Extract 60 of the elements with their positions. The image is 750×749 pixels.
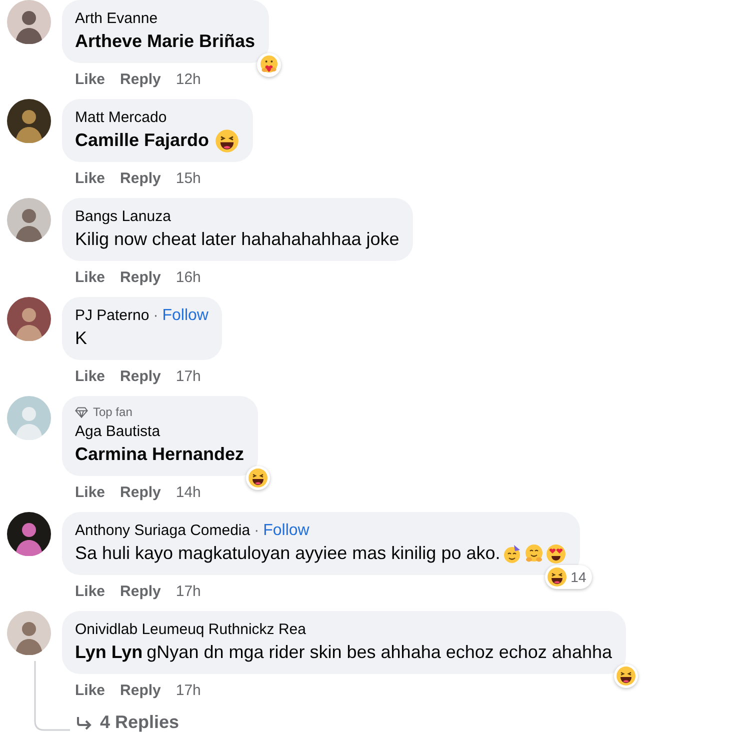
separator-dot: · (153, 307, 158, 324)
author-name[interactable]: PJ Paterno (75, 306, 150, 326)
party-emoji-icon (502, 544, 522, 564)
timestamp[interactable]: 14h (176, 484, 201, 500)
view-replies-link[interactable]: 4 Replies (76, 712, 180, 733)
comment-action[interactable]: Like (75, 582, 106, 600)
comment-action[interactable]: Reply (120, 582, 161, 600)
avatar[interactable] (7, 512, 51, 556)
mentioned-name[interactable]: Carmina Hernandez (75, 442, 244, 467)
reaction-badge[interactable]: 14 (544, 565, 592, 589)
author-name[interactable]: Anthony Suriaga Comedia (75, 521, 250, 541)
reaction-badge[interactable] (614, 664, 638, 688)
comment-text: Kilig now cheat later hahahahahhaa joke (75, 228, 400, 251)
comment-action[interactable]: Like (75, 70, 106, 88)
separator-dot: · (254, 522, 260, 539)
thread-line (34, 661, 70, 731)
comment-action[interactable]: Like (75, 484, 106, 500)
timestamp[interactable]: 15h (176, 170, 201, 186)
laughing-emoji-icon (215, 128, 240, 152)
avatar[interactable] (7, 99, 51, 143)
timestamp[interactable]: 17h (176, 582, 201, 600)
comment-action[interactable]: Reply (120, 170, 161, 186)
author-name[interactable]: Onividlab Leumeuq Ruthnickz Rea (75, 620, 306, 640)
comment-action[interactable]: Reply (120, 368, 161, 384)
timestamp[interactable]: 16h (176, 268, 201, 286)
comment-action[interactable]: Reply (120, 268, 161, 286)
diamond-icon (75, 406, 88, 418)
hugging-emoji-icon (524, 544, 544, 564)
follow-link[interactable]: Follow (263, 522, 310, 540)
author-name[interactable]: Matt Mercado (75, 108, 167, 128)
comment-action[interactable]: Like (75, 682, 106, 698)
comment-text: Sa huli kayo magkatuloyan ayyiee mas kinilig po ako. (75, 542, 500, 565)
hugging-emoji-icon (259, 55, 280, 75)
reply-arrow-icon (76, 716, 92, 730)
avatar[interactable] (7, 0, 51, 44)
laughing-emoji-icon (248, 468, 268, 488)
comment-text: K (75, 327, 88, 350)
heart-eyes-emoji-icon (546, 544, 566, 564)
laughing-emoji-icon (616, 666, 636, 686)
top-fan-label: Top fan (93, 405, 132, 419)
timestamp[interactable]: 12h (176, 70, 201, 88)
comment-action[interactable]: Like (75, 368, 106, 384)
author-name[interactable]: Arth Evanne (75, 9, 158, 29)
comment-text: gNyan dn mga rider skin bes ahhaha echoz echoz ahahha (146, 641, 612, 664)
reaction-badge[interactable] (246, 466, 270, 490)
timestamp[interactable]: 17h (176, 682, 201, 698)
timestamp[interactable]: 17h (176, 368, 201, 384)
mentioned-name[interactable]: Lyn Lyn (75, 640, 143, 665)
comment-action[interactable]: Like (75, 268, 106, 286)
mentioned-name[interactable]: Camille Fajardo (75, 128, 210, 153)
avatar[interactable] (7, 297, 51, 341)
laughing-emoji-icon (546, 567, 567, 587)
comment-action[interactable]: Like (75, 170, 106, 186)
author-name[interactable]: Aga Bautista (75, 422, 160, 442)
mentioned-name[interactable]: Artheve Marie Briñas (75, 29, 256, 54)
comment-action[interactable]: Reply (120, 484, 161, 500)
comment-action[interactable]: Reply (120, 70, 161, 88)
follow-link[interactable]: Follow (162, 307, 208, 325)
comment-action[interactable]: Reply (120, 682, 161, 698)
author-name[interactable]: Bangs Lanuza (75, 207, 171, 227)
